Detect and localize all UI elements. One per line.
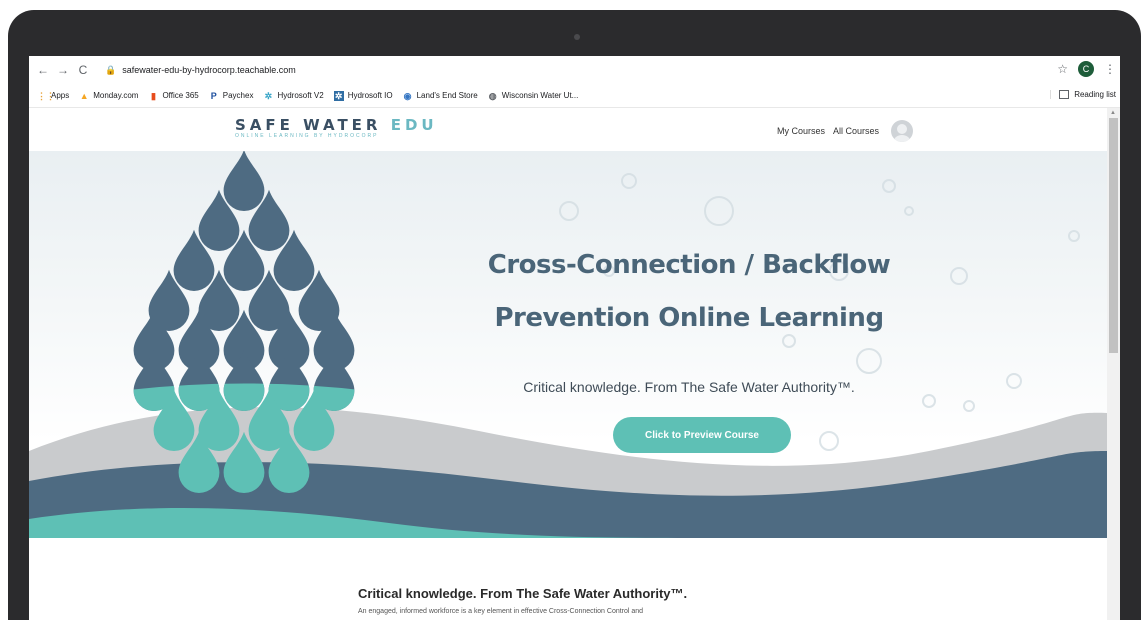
bookmark-hydrosoft-v2[interactable]: ✲ Hydrosoft V2: [263, 90, 324, 101]
monday-icon: ▲: [79, 90, 89, 101]
hero-title-line2: Prevention Online Learning: [494, 303, 884, 333]
profile-avatar[interactable]: C: [1078, 61, 1094, 77]
logo-wordmark: SAFE WATER EDU: [235, 116, 438, 134]
bookmark-landsend[interactable]: ◉ Land's End Store: [403, 91, 478, 101]
water-drops-cluster: [133, 151, 355, 493]
site-logo[interactable]: SAFE WATER EDU ONLINE LEARNING BY HYDROC…: [235, 116, 438, 139]
site-nav: My Courses All Courses: [777, 120, 914, 142]
apps-grid-icon: ⋮⋮: [37, 90, 55, 101]
nav-my-courses[interactable]: My Courses: [777, 126, 825, 136]
page-scrollbar[interactable]: ▲: [1107, 108, 1120, 620]
screen: ← → C 🔒 safewater-edu-by-hydrocorp.teach…: [29, 56, 1120, 620]
lock-icon[interactable]: 🔒: [105, 65, 116, 76]
hero-tagline: Critical knowledge. From The Safe Water …: [523, 379, 855, 395]
toolbar-right: ☆ C ⋮: [1057, 61, 1116, 77]
preview-course-button[interactable]: Click to Preview Course: [613, 417, 791, 453]
hero-title-line1: Cross-Connection / Backflow: [487, 250, 891, 280]
browser-toolbar: ← → C 🔒 safewater-edu-by-hydrocorp.teach…: [29, 56, 1120, 84]
bookmark-paychex[interactable]: P Paychex: [209, 91, 254, 101]
scroll-thumb[interactable]: [1109, 118, 1118, 353]
logo-wordmark-a: SAFE WATER: [235, 116, 382, 134]
bookmarks-bar: ⋮⋮ Apps ▲ Monday.com ▮ Office 365 P Payc…: [29, 84, 1120, 108]
hero-banner: Cross-Connection / Backflow Prevention O…: [29, 151, 1107, 538]
bookmark-label: Monday.com: [93, 91, 139, 100]
bookmark-label: Paychex: [222, 91, 254, 100]
site-header: SAFE WATER EDU ONLINE LEARNING BY HYDROC…: [29, 108, 1107, 151]
section-title: Critical knowledge. From The Safe Water …: [358, 586, 688, 601]
bookmark-label: Wisconsin Water Ut...: [501, 91, 579, 100]
scroll-up-icon[interactable]: ▲: [1110, 110, 1116, 116]
paychex-icon: P: [210, 90, 217, 101]
camera-icon: [574, 34, 580, 40]
bookmark-office[interactable]: ▮ Office 365: [148, 90, 199, 101]
hydrosoft-io-icon: ✲: [333, 90, 344, 101]
bookmark-monday[interactable]: ▲ Monday.com: [79, 90, 139, 101]
intro-section: Critical knowledge. From The Safe Water …: [29, 538, 1107, 620]
forward-arrow-icon[interactable]: →: [53, 63, 73, 77]
section-body: An engaged, informed workforce is a key …: [358, 608, 644, 615]
menu-kebab-icon[interactable]: ⋮: [1104, 62, 1116, 76]
bookmark-star-icon[interactable]: ☆: [1057, 62, 1068, 76]
bookmark-label: Land's End Store: [416, 91, 478, 100]
globe-icon: ◍: [488, 90, 497, 101]
bookmark-label: Hydrosoft IO: [347, 91, 393, 100]
bookmark-label: Apps: [51, 91, 70, 100]
reading-list-button[interactable]: Reading list: [1050, 90, 1116, 99]
hero-title: Cross-Connection / Backflow Prevention O…: [349, 239, 1029, 345]
logo-wordmark-b: EDU: [381, 116, 438, 134]
bookmark-wisconsin[interactable]: ◍ Wisconsin Water Ut...: [488, 91, 579, 101]
bookmark-label: Hydrosoft V2: [277, 91, 324, 100]
bookmark-hydrosoft-io[interactable]: ✲ Hydrosoft IO: [333, 90, 393, 101]
bookmark-apps[interactable]: ⋮⋮ Apps: [37, 91, 69, 101]
hydrosoft-icon: ✲: [264, 90, 273, 101]
reading-list-icon: [1059, 90, 1070, 99]
address-bar[interactable]: safewater-edu-by-hydrocorp.teachable.com: [122, 65, 296, 75]
user-avatar-icon[interactable]: [891, 120, 914, 142]
water-drop-0: [223, 151, 265, 211]
office-icon: ▮: [150, 90, 156, 101]
reload-icon[interactable]: C: [73, 63, 93, 77]
back-arrow-icon[interactable]: ←: [33, 63, 53, 77]
reading-list-label: Reading list: [1074, 90, 1116, 99]
nav-all-courses[interactable]: All Courses: [833, 126, 879, 136]
landsend-icon: ◉: [403, 90, 412, 101]
bookmark-label: Office 365: [162, 91, 199, 100]
